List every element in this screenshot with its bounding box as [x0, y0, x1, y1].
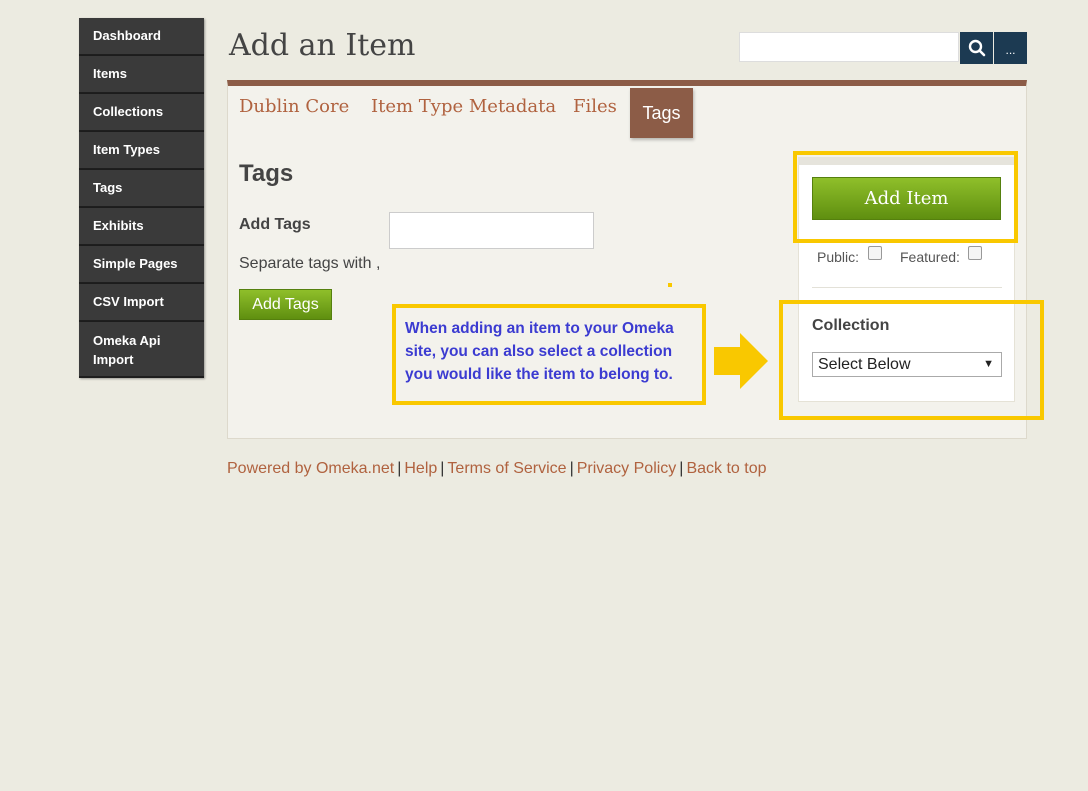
divider [812, 287, 1002, 288]
back-to-top-link[interactable]: Back to top [686, 460, 766, 477]
featured-checkbox[interactable] [968, 246, 982, 260]
right-arrow-icon [714, 333, 768, 389]
search-button[interactable] [960, 32, 993, 64]
search-icon [968, 39, 985, 57]
tags-heading: Tags [239, 160, 294, 187]
footer-separator: | [440, 460, 445, 477]
privacy-link[interactable]: Privacy Policy [577, 460, 677, 477]
advanced-search-button[interactable]: ... [994, 32, 1027, 64]
page-title: Add an Item [229, 28, 416, 63]
tab-dublin-core[interactable]: Dublin Core [239, 96, 349, 117]
search-input[interactable] [739, 32, 959, 62]
tab-item-type-metadata[interactable]: Item Type Metadata [371, 96, 556, 117]
annotation-dot [668, 283, 672, 287]
footer: Powered by Omeka.net | Help | Terms of Servi… [227, 460, 767, 478]
nav-item-csv-import[interactable]: CSV Import [79, 284, 204, 322]
nav-item-item-types[interactable]: Item Types [79, 132, 204, 170]
public-checkbox[interactable] [868, 246, 882, 260]
footer-separator: | [679, 460, 684, 477]
tab-tags[interactable]: Tags [630, 88, 693, 138]
public-label: Public: [817, 249, 860, 265]
featured-label: Featured: [900, 249, 960, 265]
nav-item-omeka-api-import[interactable]: Omeka Api Import [79, 322, 204, 378]
tags-input[interactable] [389, 212, 594, 249]
highlight-collection [779, 300, 1044, 420]
tab-files[interactable]: Files [573, 96, 617, 117]
powered-by-link[interactable]: Powered by Omeka.net [227, 460, 394, 477]
sidebar-nav: Dashboard Items Collections Item Types T… [79, 18, 204, 378]
add-tags-label: Add Tags [239, 216, 311, 233]
nav-item-tags[interactable]: Tags [79, 170, 204, 208]
annotation-callout: When adding an item to your Omeka site, … [392, 304, 706, 405]
nav-item-simple-pages[interactable]: Simple Pages [79, 246, 204, 284]
terms-link[interactable]: Terms of Service [447, 460, 566, 477]
nav-item-exhibits[interactable]: Exhibits [79, 208, 204, 246]
help-link[interactable]: Help [404, 460, 437, 477]
footer-separator: | [397, 460, 402, 477]
nav-item-dashboard[interactable]: Dashboard [79, 18, 204, 56]
footer-separator: | [569, 460, 574, 477]
nav-item-items[interactable]: Items [79, 56, 204, 94]
highlight-add-item [793, 151, 1018, 243]
separator-hint: Separate tags with , [239, 255, 381, 272]
add-tags-button[interactable]: Add Tags [239, 289, 332, 320]
nav-item-collections[interactable]: Collections [79, 94, 204, 132]
